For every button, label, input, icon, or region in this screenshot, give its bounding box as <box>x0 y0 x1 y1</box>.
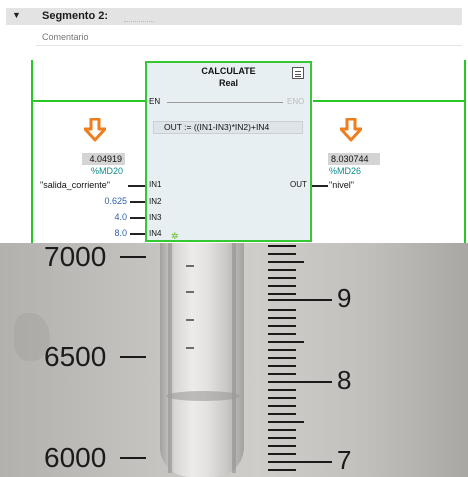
ruler-tick <box>268 445 296 447</box>
out-monitor-value: 8.030744 <box>328 153 380 165</box>
out-address: %MD26 <box>329 166 362 176</box>
block-title: CALCULATE Real <box>147 65 310 89</box>
ruler-tick <box>268 397 296 399</box>
ruler-tick <box>268 285 296 287</box>
block-name: CALCULATE <box>201 66 256 76</box>
segment-comment-field[interactable]: Comentario <box>36 29 462 46</box>
ruler-tick <box>268 261 304 263</box>
in4-wire <box>130 233 145 235</box>
in1-pin: IN1 <box>149 180 162 189</box>
monitor-arrow-icon <box>84 118 106 142</box>
in2-pin: IN2 <box>149 197 162 206</box>
ruler-tick <box>268 293 296 295</box>
in1-wire <box>128 185 145 187</box>
ruler-tick <box>268 309 296 311</box>
block-type: Real <box>218 78 238 88</box>
ruler-tick <box>268 429 296 431</box>
calculator-icon[interactable] <box>292 67 304 79</box>
in3-wire <box>130 217 145 219</box>
ruler-tick <box>268 381 332 383</box>
ruler-tick <box>268 413 296 415</box>
in3-pin: IN3 <box>149 213 162 222</box>
segment-title-field[interactable] <box>124 12 154 22</box>
eno-pin: ENO <box>287 97 305 106</box>
out-pin: OUT <box>290 180 307 189</box>
in2-wire <box>130 201 145 203</box>
in1-monitor-value: 4.04919 <box>82 153 125 165</box>
out-wire <box>312 185 328 187</box>
ruler-tick <box>268 373 296 375</box>
en-pin: EN <box>149 97 161 106</box>
ruler-tick <box>268 325 296 327</box>
ruler-tick <box>268 437 296 439</box>
add-input-icon[interactable]: ✲ <box>171 231 179 242</box>
collapse-toggle-icon[interactable]: ▼ <box>12 10 21 20</box>
ruler-tick <box>268 405 296 407</box>
tube-mark <box>186 291 194 293</box>
ruler-tick <box>268 421 304 423</box>
ruler-tick <box>268 317 296 319</box>
left-scale-tick <box>120 256 146 258</box>
ruler-tick <box>268 389 296 391</box>
in3-constant[interactable]: 4.0 <box>87 212 127 222</box>
ruler-tick <box>268 245 296 247</box>
formula-field[interactable]: OUT := ((IN1-IN3)*IN2)+IN4 <box>153 121 303 134</box>
level-gauge-photo: 7000 6500 6000 9 8 7 <box>0 243 468 477</box>
ruler-tick <box>268 461 332 463</box>
left-power-rail <box>31 60 33 243</box>
in2-constant[interactable]: 0.625 <box>87 196 127 206</box>
en-eno-line <box>167 102 283 103</box>
ladder-editor: ▼ Segmento 2: Comentario CALCULATE Real … <box>0 0 468 243</box>
out-tag[interactable]: "nivel" <box>329 180 354 190</box>
right-scale-label: 7 <box>337 445 352 475</box>
tube-edge <box>168 243 172 473</box>
tube-mark <box>186 347 194 349</box>
right-scale-label: 9 <box>337 283 352 313</box>
ruler-tick <box>268 253 296 255</box>
ruler-tick <box>268 277 296 279</box>
tube-mark <box>186 265 194 267</box>
calculate-block[interactable]: CALCULATE Real EN ENO OUT := ((IN1-IN3)*… <box>145 61 312 242</box>
ruler-tick <box>268 349 296 351</box>
in1-address: %MD20 <box>91 166 124 176</box>
segment-header[interactable]: ▼ Segmento 2: <box>6 8 462 25</box>
right-scale-label: 8 <box>337 365 352 395</box>
ruler-tick <box>268 333 296 335</box>
left-scale-label: 6000 <box>44 442 107 473</box>
ruler-tick <box>268 299 332 301</box>
ruler-tick <box>268 357 296 359</box>
eno-wire <box>313 100 464 102</box>
liquid-meniscus <box>166 391 240 401</box>
in1-tag[interactable]: "salida_corriente" <box>40 180 110 190</box>
segment-comment: Comentario <box>42 32 89 42</box>
in4-constant[interactable]: 8.0 <box>87 228 127 238</box>
tube-mark <box>186 319 194 321</box>
monitor-arrow-icon <box>340 118 362 142</box>
left-scale-label: 6500 <box>44 341 107 372</box>
in4-pin: IN4 <box>149 229 162 238</box>
en-wire <box>33 100 145 102</box>
ruler-tick <box>268 341 304 343</box>
left-scale-tick <box>120 356 146 358</box>
ruler-tick <box>268 269 296 271</box>
left-scale-label: 7000 <box>44 243 107 272</box>
ruler-tick <box>268 453 296 455</box>
tube-edge <box>232 243 236 473</box>
ruler-tick <box>268 469 296 471</box>
segment-title: Segmento 2: <box>42 10 109 22</box>
right-power-rail <box>464 60 466 243</box>
ruler-tick <box>268 365 296 367</box>
left-scale-tick <box>120 457 146 459</box>
